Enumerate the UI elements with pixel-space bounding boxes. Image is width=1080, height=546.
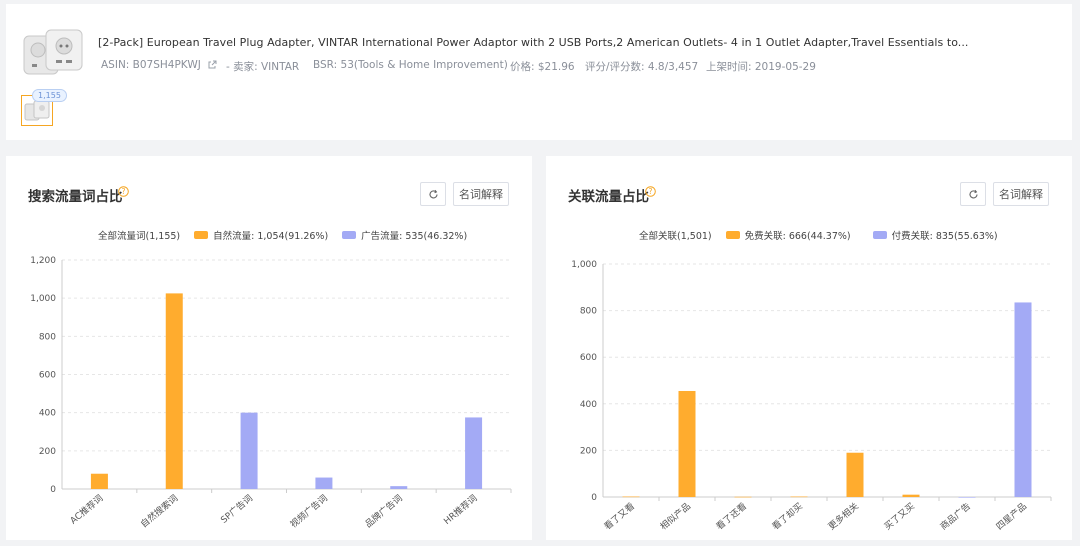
x-tick-label: 品牌广告词 — [362, 492, 404, 530]
product-title[interactable]: [2-Pack] European Travel Plug Adapter, V… — [98, 36, 968, 49]
x-tick-label: 四星产品 — [994, 500, 1029, 532]
x-tick-label: 商品广告 — [938, 500, 973, 532]
y-tick-label: 1,000 — [30, 294, 56, 304]
y-tick-label: 0 — [591, 493, 597, 503]
x-tick-label: 看了还看 — [714, 500, 749, 532]
bar[interactable] — [902, 494, 920, 497]
x-tick-label: 买了又买 — [882, 501, 917, 533]
y-tick-label: 200 — [580, 446, 597, 456]
bar[interactable] — [678, 390, 696, 497]
y-tick-label: 600 — [580, 353, 597, 363]
x-tick-label: 自然搜索词 — [138, 492, 180, 530]
price-text: 价格: $21.96 — [510, 61, 575, 73]
x-tick-label: AC推荐词 — [68, 492, 106, 526]
bar[interactable] — [465, 417, 483, 489]
x-tick-label: SP广告词 — [218, 492, 255, 526]
bar[interactable] — [165, 293, 183, 489]
variant-count-badge: 1,155 — [32, 89, 67, 102]
x-tick-label: 看了又看 — [602, 500, 637, 532]
bar[interactable] — [90, 473, 108, 489]
y-tick-label: 400 — [39, 409, 56, 419]
listed-date-text: 上架时间: 2019-05-29 — [706, 61, 816, 73]
y-tick-label: 1,000 — [571, 260, 597, 270]
bar[interactable] — [734, 496, 752, 498]
x-tick-label: 看了却买 — [770, 500, 805, 532]
y-tick-label: 800 — [39, 332, 56, 342]
seller-text: - 卖家: VINTAR — [226, 61, 300, 73]
y-tick-label: 200 — [39, 447, 56, 457]
rating-text: 评分/评分数: 4.8/3,457 — [585, 61, 699, 73]
x-tick-label: 相似产品 — [658, 500, 693, 532]
asin-text[interactable]: ASIN: B07SH4PKWJ — [101, 59, 217, 71]
bar[interactable] — [240, 412, 258, 489]
related-traffic-bar-chart: 0 200 400 600 800 1,000 看了又看 相似产品 看了还看 看了却买 更多相关 买了… — [571, 260, 1052, 533]
x-tick-label: HR推荐词 — [441, 492, 479, 527]
bar[interactable] — [790, 496, 808, 498]
search-traffic-card: 搜索流量词占比 ? 名词解释 全部流量词(1,155) 自然流量: 1,054(… — [6, 156, 532, 540]
product-card: [2-Pack] European Travel Plug Adapter, V… — [6, 4, 1072, 140]
related-traffic-card: 关联流量占比 ? 名词解释 全部关联(1,501) 免费关联: 666(44.3… — [546, 156, 1072, 540]
bar[interactable] — [622, 496, 640, 498]
asin-value: ASIN: B07SH4PKWJ — [101, 59, 201, 71]
search-traffic-bar-chart: 0 200 400 600 800 1,000 1,200 AC推荐词 自然搜索词 SP广告词 视频… — [30, 256, 512, 530]
x-tick-label: 更多相关 — [826, 500, 861, 532]
y-tick-label: 400 — [580, 400, 597, 410]
bsr-text: BSR: 53(Tools & Home Improvement) — [313, 59, 508, 71]
product-image[interactable] — [20, 22, 86, 82]
bar[interactable] — [390, 486, 408, 489]
bar[interactable] — [315, 477, 333, 489]
bar[interactable] — [846, 452, 864, 497]
bar[interactable] — [1014, 302, 1032, 497]
y-tick-label: 1,200 — [30, 256, 56, 266]
y-tick-label: 800 — [580, 307, 597, 317]
bar[interactable] — [958, 497, 976, 498]
y-tick-label: 600 — [39, 371, 56, 381]
external-link-icon[interactable] — [207, 60, 217, 70]
x-tick-label: 视频广告词 — [288, 492, 330, 530]
y-tick-label: 0 — [50, 485, 56, 495]
